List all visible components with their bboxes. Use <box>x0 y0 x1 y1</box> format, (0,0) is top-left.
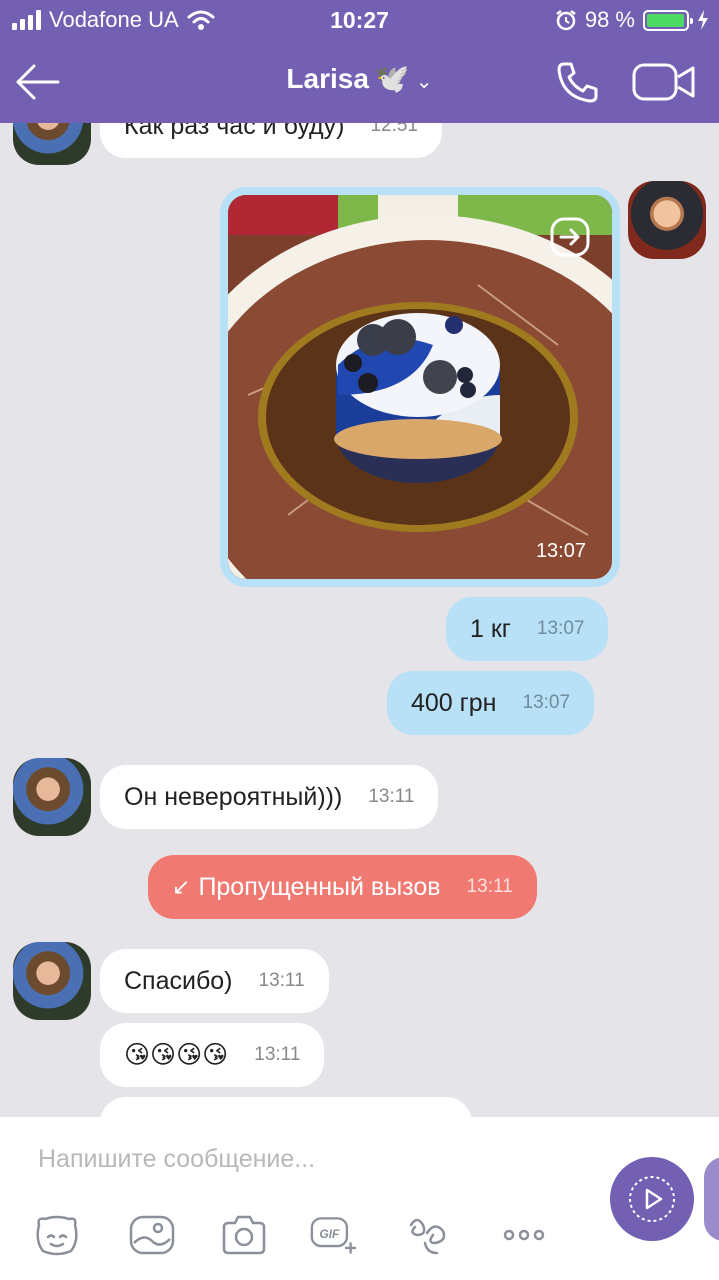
charging-icon <box>698 10 708 30</box>
message-text: 400 грн <box>411 688 497 717</box>
outgoing-message[interactable]: 1 кг 13:07 <box>446 597 609 661</box>
video-call-icon[interactable] <box>632 62 696 102</box>
outgoing-photo-message[interactable]: 13:07 <box>220 187 620 587</box>
contact-title[interactable]: Larisa 🕊️ ⌄ <box>0 62 719 95</box>
message-time: 13:11 <box>258 970 305 991</box>
missed-call-notice[interactable]: ↙ Пропущенный вызов 13:11 <box>148 855 537 919</box>
message-text: 😘😘😘😘 <box>124 1041 229 1069</box>
message-time: 13:11 <box>254 1044 301 1065</box>
battery-fill <box>647 13 685 27</box>
composer: Напишите сообщение... GIF <box>0 1117 719 1280</box>
message-time: 12:51 <box>370 123 418 136</box>
incoming-message[interactable]: Он невероятный))) 13:11 <box>100 765 439 829</box>
camera-icon[interactable] <box>220 1213 268 1257</box>
sticker-icon[interactable] <box>33 1213 81 1257</box>
missed-call-arrow-icon: ↙ <box>172 874 191 899</box>
message-text: 1 кг <box>470 614 511 643</box>
dove-emoji: 🕊️ <box>374 63 410 94</box>
battery-percent: 98 % <box>584 7 635 32</box>
share-icon[interactable] <box>550 217 590 257</box>
message-time: 13:11 <box>466 876 513 897</box>
top-bar: Vodafone UA 10:27 98 % Larisa 🕊️ ⌄ <box>0 0 719 123</box>
message-text: Он невероятный))) <box>124 782 343 811</box>
send-video-message-button[interactable] <box>610 1157 694 1241</box>
message-time: 13:11 <box>368 786 415 807</box>
contact-avatar[interactable] <box>13 942 91 1020</box>
message-text: Как раз час и буду) <box>124 123 345 140</box>
gallery-icon[interactable] <box>128 1213 176 1257</box>
message-time: 13:07 <box>522 692 571 713</box>
extra-button[interactable] <box>704 1157 719 1241</box>
incoming-message[interactable] <box>100 1097 472 1117</box>
incoming-message[interactable]: Как раз час и буду) 12:51 <box>100 123 442 158</box>
chat-header: Larisa 🕊️ ⌄ <box>0 40 719 123</box>
status-right: 98 % <box>555 7 709 33</box>
cake-photo[interactable]: 13:07 <box>228 195 612 579</box>
contact-avatar[interactable] <box>13 758 91 836</box>
contact-name: Larisa <box>286 63 369 94</box>
photo-time: 13:07 <box>535 540 586 562</box>
more-icon[interactable] <box>500 1213 548 1257</box>
missed-call-text: Пропущенный вызов <box>198 872 441 901</box>
gif-icon[interactable]: GIF <box>310 1213 358 1257</box>
svg-text:GIF: GIF <box>319 1227 340 1241</box>
message-time: 13:07 <box>536 618 585 639</box>
status-bar: Vodafone UA 10:27 98 % <box>0 0 719 40</box>
outgoing-message[interactable]: 400 грн 13:07 <box>387 671 595 735</box>
my-avatar[interactable] <box>628 181 706 259</box>
doodle-icon[interactable] <box>405 1213 453 1257</box>
message-input[interactable]: Напишите сообщение... <box>38 1145 315 1174</box>
incoming-message[interactable]: Спасибо) 13:11 <box>100 949 329 1013</box>
incoming-message[interactable]: 😘😘😘😘 13:11 <box>100 1023 325 1087</box>
message-text: Спасибо) <box>124 966 233 995</box>
alarm-icon <box>556 10 576 31</box>
battery-icon <box>643 9 693 31</box>
play-icon <box>629 1176 675 1222</box>
message-list[interactable]: Как раз час и буду) 12:51 13:07 1 кг 13:… <box>0 123 719 1117</box>
phone-icon[interactable] <box>556 60 600 104</box>
chevron-down-icon: ⌄ <box>415 71 433 93</box>
contact-avatar[interactable] <box>13 123 91 165</box>
